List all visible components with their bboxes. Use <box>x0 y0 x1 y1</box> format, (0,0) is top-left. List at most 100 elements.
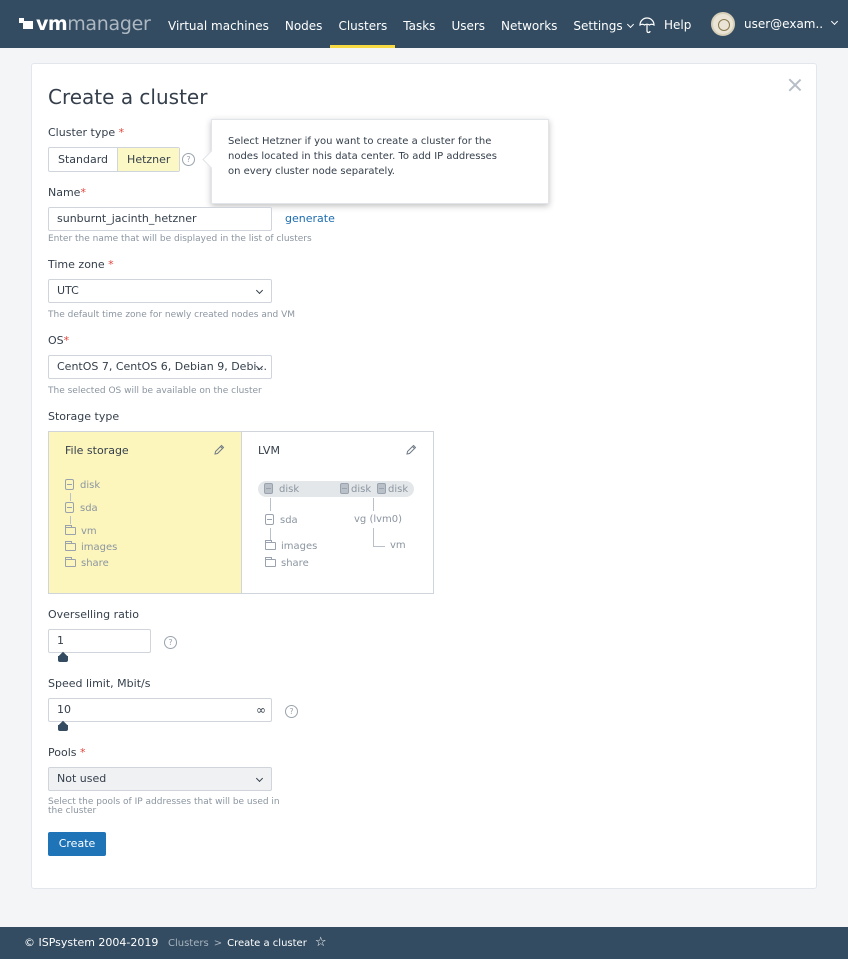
cluster-type-switch: Standard Hetzner <box>48 147 181 172</box>
tree-label: vg <box>354 514 367 525</box>
nav-label: Clusters <box>338 19 388 33</box>
breadcrumb-separator: > <box>213 937 223 949</box>
tree-label: disk <box>279 484 300 495</box>
timezone-value: UTC <box>57 284 79 297</box>
tooltip-line: on every cluster node separately. <box>228 166 395 177</box>
tree-connector <box>373 528 374 546</box>
folder-icon <box>265 557 276 567</box>
pencil-icon[interactable] <box>213 444 225 456</box>
help-label: Help <box>664 18 692 32</box>
tree-connector <box>373 546 385 547</box>
close-icon[interactable] <box>787 77 803 93</box>
storage-type-options: File storage disk sda vm images share LV… <box>48 431 434 594</box>
star-icon[interactable]: ☆ <box>315 936 327 949</box>
pools-label-text: Pools <box>48 746 77 759</box>
nav-label: Settings <box>573 19 623 33</box>
disk-icon <box>265 514 274 525</box>
tree-connector <box>70 493 71 501</box>
create-button[interactable]: Create <box>48 832 106 856</box>
timezone-hint: The default time zone for newly created … <box>48 310 296 320</box>
storage-option-file[interactable]: File storage disk sda vm images share <box>49 432 242 593</box>
nav-settings[interactable]: Settings <box>565 0 640 48</box>
nav-nodes[interactable]: Nodes <box>277 0 331 48</box>
name-input[interactable]: sunburnt_jacinth_hetzner <box>48 207 272 231</box>
lvm-vg: vg (lvm0) <box>354 514 402 525</box>
required-mark: * <box>118 126 125 139</box>
tree-label: disk <box>80 480 101 491</box>
disk-icon <box>264 483 273 494</box>
tree-label: vm <box>390 540 406 551</box>
cluster-type-standard[interactable]: Standard <box>49 148 119 171</box>
overselling-label: Overselling ratio <box>48 608 139 621</box>
top-navigation-bar: vm manager Virtual machines Nodes Cluster… <box>0 0 848 48</box>
tree-label: disk <box>351 484 372 495</box>
disk-icon <box>377 483 386 494</box>
required-mark: * <box>63 334 70 347</box>
user-name: user@exam... <box>744 17 822 31</box>
tree-sda: sda <box>65 502 98 514</box>
logo-text-light: manager <box>67 13 151 35</box>
question-icon[interactable]: ? <box>164 636 177 649</box>
chevron-down-icon <box>255 774 264 783</box>
tree-connector <box>270 528 271 540</box>
speed-limit-slider-handle[interactable] <box>58 722 68 731</box>
os-value: CentOS 7, CentOS 6, Debian 9, Debi... <box>57 360 267 373</box>
breadcrumb: Clusters > Create a cluster ☆ <box>168 936 327 949</box>
cluster-type-label: Cluster type * <box>48 126 124 139</box>
overselling-slider-handle[interactable] <box>58 653 68 662</box>
tree-connector <box>373 498 374 511</box>
cluster-type-label-text: Cluster type <box>48 126 116 139</box>
overselling-input[interactable]: 1 <box>48 629 151 653</box>
folder-icon <box>65 541 76 551</box>
tree-vm: vm <box>65 525 97 537</box>
tree-images: images <box>65 541 117 553</box>
required-mark: * <box>80 746 86 759</box>
name-hint: Enter the name that will be displayed in… <box>48 234 312 244</box>
tree-label: sda <box>80 503 98 514</box>
lvm-disk-3: disk <box>377 483 408 495</box>
speed-limit-input[interactable]: 10 ∞ <box>48 698 272 722</box>
tree-label: sda <box>280 515 298 526</box>
question-icon[interactable]: ? <box>182 153 195 166</box>
generate-name-link[interactable]: generate <box>285 212 335 225</box>
os-label-text: OS <box>48 334 64 347</box>
nav-clusters[interactable]: Clusters <box>330 0 396 48</box>
timezone-select[interactable]: UTC <box>48 279 272 303</box>
cluster-type-hetzner[interactable]: Hetzner <box>118 148 180 171</box>
user-menu[interactable]: user@exam... <box>711 12 839 36</box>
nav-networks[interactable]: Networks <box>493 0 565 48</box>
infinity-icon[interactable]: ∞ <box>256 699 266 721</box>
tree-connector <box>270 498 271 511</box>
pencil-icon[interactable] <box>405 444 417 456</box>
lvm-disk-2: disk <box>340 483 371 495</box>
tree-label: images <box>281 541 318 552</box>
lvm-vm: vm <box>390 540 406 551</box>
breadcrumb-current: Create a cluster <box>227 937 307 949</box>
disk-icon <box>340 483 349 494</box>
question-icon[interactable]: ? <box>285 705 298 718</box>
lvm-images: images <box>265 540 318 552</box>
nav-virtual-machines[interactable]: Virtual machines <box>160 0 277 48</box>
disk-icon <box>65 479 74 490</box>
lvm-disk-1: disk <box>264 483 299 495</box>
nav-tasks[interactable]: Tasks <box>395 0 443 48</box>
chevron-down-icon <box>830 17 839 25</box>
pools-hint-line: the cluster <box>48 806 97 816</box>
nav-label: Users <box>451 19 486 33</box>
disk-icon <box>65 502 74 513</box>
tooltip-line: nodes located in this data center. To ad… <box>228 151 498 162</box>
breadcrumb-clusters[interactable]: Clusters <box>168 938 209 949</box>
help-button[interactable]: Help <box>638 14 691 36</box>
tree-label: share <box>81 558 109 569</box>
vmmanager-logo[interactable]: vm manager <box>19 13 151 35</box>
main-nav: Virtual machines Nodes Clusters Tasks Us… <box>160 0 641 48</box>
tree-label: (lvm0) <box>369 514 403 525</box>
folder-icon <box>265 540 276 550</box>
storage-option-lvm[interactable]: LVM disk disk disk sda vg (lvm0) vm imag… <box>242 432 433 593</box>
nav-users[interactable]: Users <box>443 0 493 48</box>
os-select[interactable]: CentOS 7, CentOS 6, Debian 9, Debi... <box>48 355 272 379</box>
storage-type-label: Storage type <box>48 410 120 423</box>
nav-label: Virtual machines <box>168 19 269 33</box>
avatar <box>711 12 735 36</box>
pools-select[interactable]: Not used <box>48 767 272 791</box>
